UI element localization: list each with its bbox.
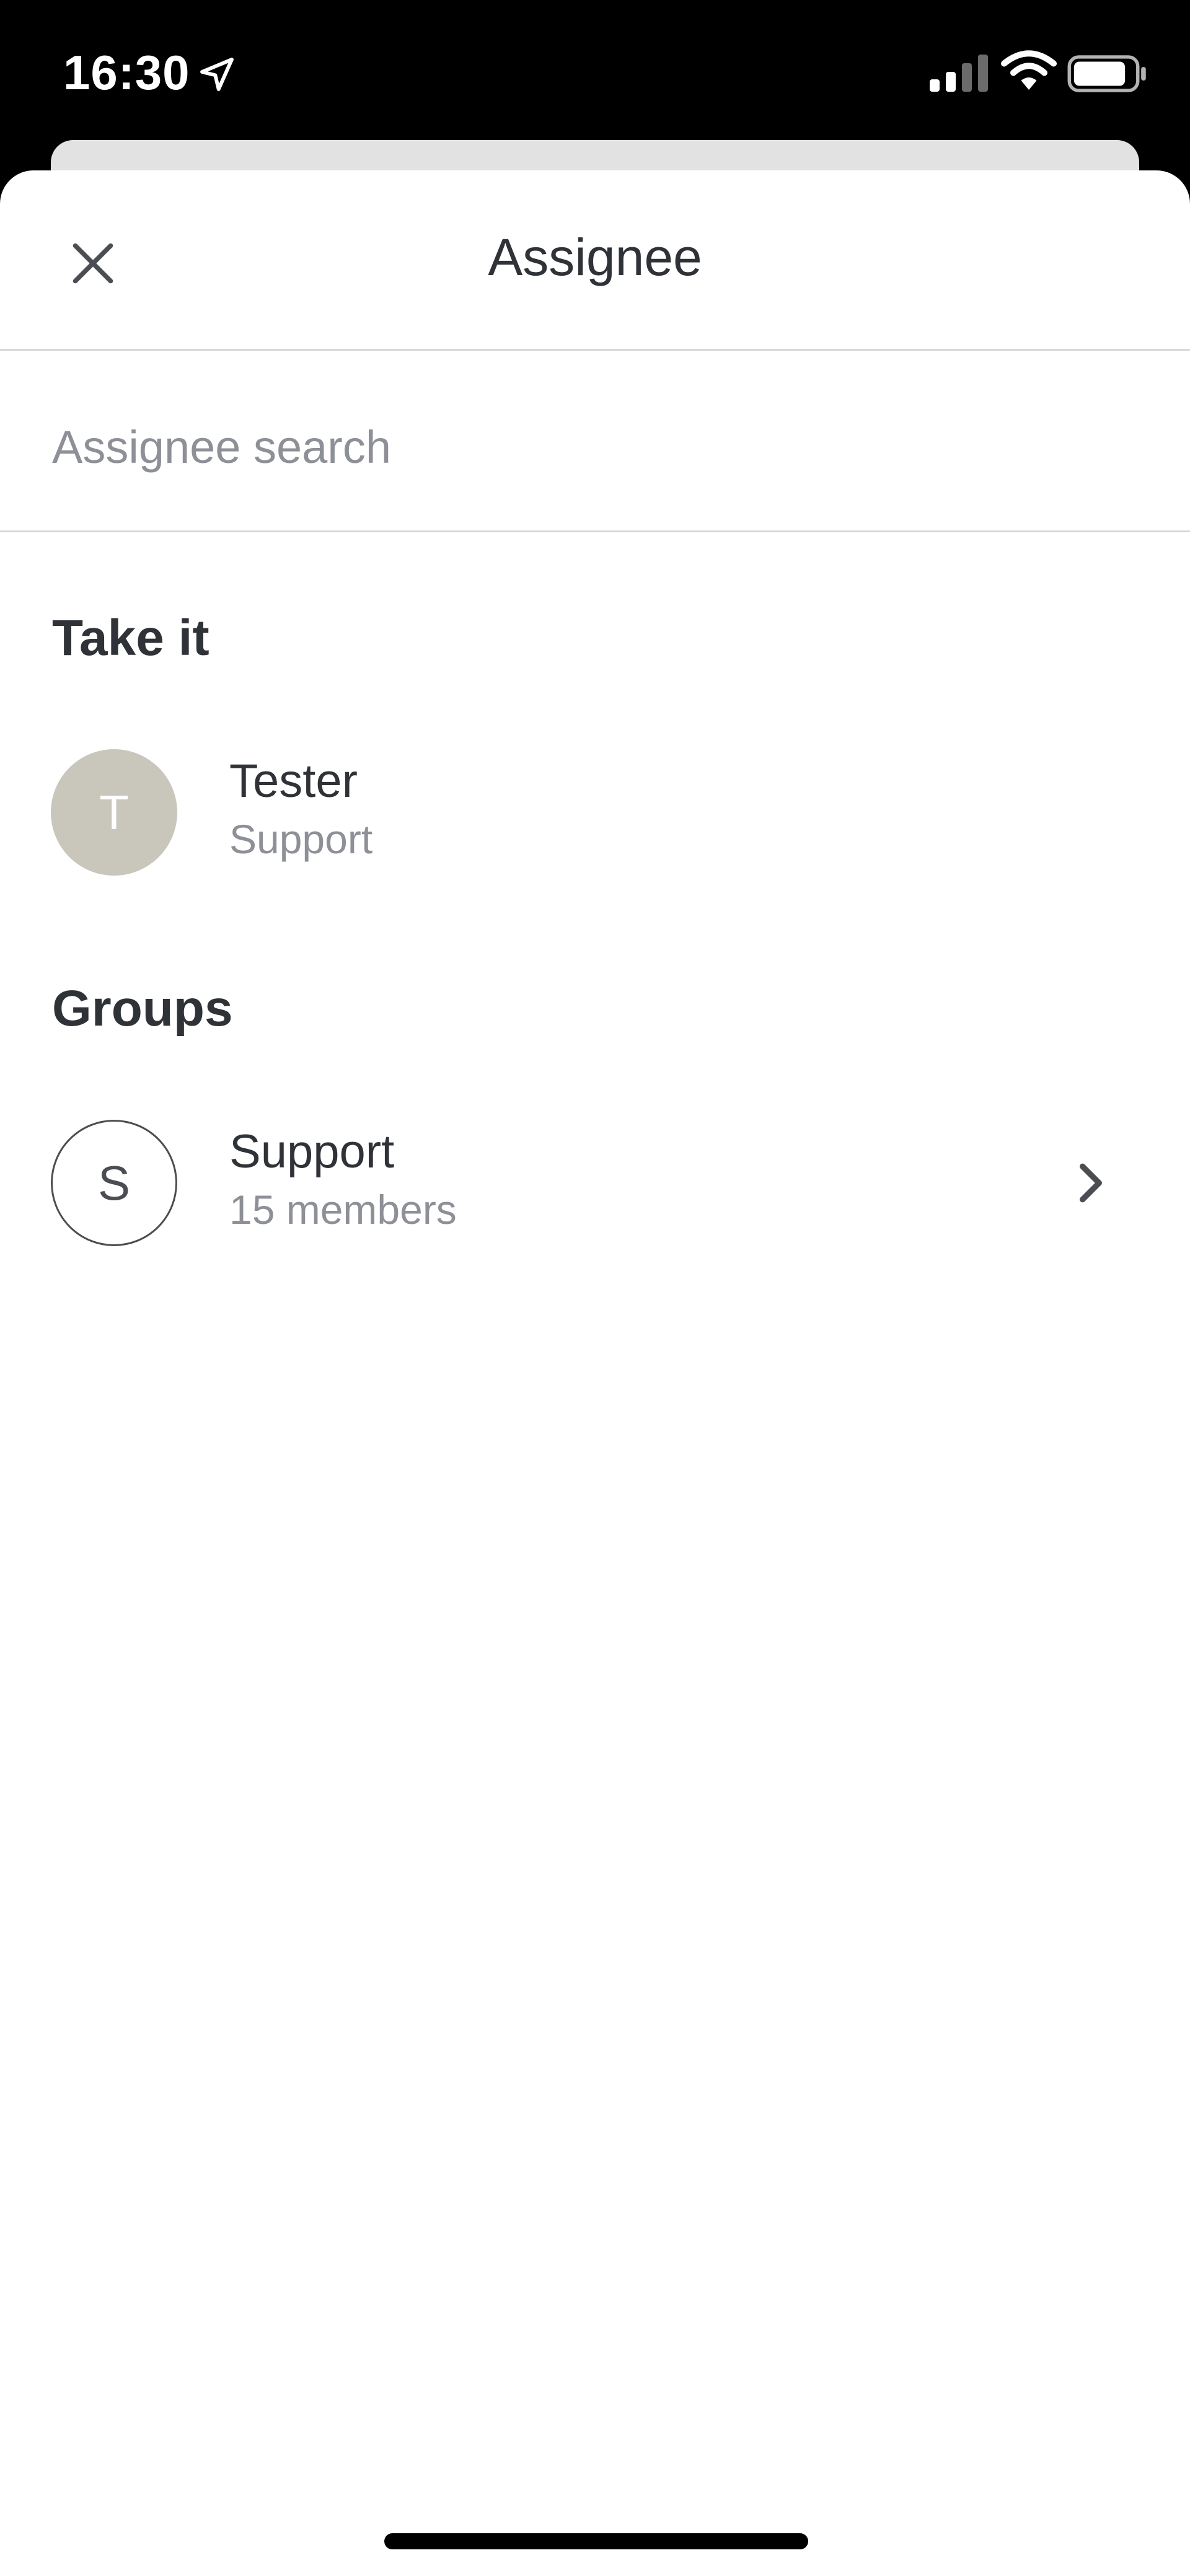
assignee-sheet: Assignee Take it T Tester Support Groups… xyxy=(0,170,1190,2576)
chevron-right-icon xyxy=(1080,1163,1102,1203)
avatar: S xyxy=(51,1120,177,1246)
assignee-name: Tester xyxy=(229,755,358,807)
take-it-heading: Take it xyxy=(52,610,209,666)
search-row xyxy=(0,351,1190,532)
assignee-item-tester[interactable]: T Tester Support xyxy=(0,737,1190,886)
avatar: T xyxy=(51,749,177,876)
status-bar: 16:30 xyxy=(0,0,1190,143)
cellular-signal-icon xyxy=(930,55,988,92)
battery-icon xyxy=(1067,55,1146,92)
screen: 16:30 Assignee Assignee search Take it T… xyxy=(0,0,1190,2576)
status-time: 16:30 xyxy=(63,45,190,100)
wifi-icon xyxy=(1001,50,1057,90)
group-item-support[interactable]: S Support 15 members xyxy=(0,1107,1190,1256)
groups-heading: Groups xyxy=(52,980,233,1037)
home-indicator[interactable] xyxy=(384,2533,808,2549)
location-arrow-icon xyxy=(200,58,234,91)
assignee-group: Support xyxy=(229,816,373,862)
page-title: Assignee xyxy=(488,228,702,286)
assignee-search-input[interactable] xyxy=(52,413,1137,481)
sheet-header: Assignee xyxy=(0,170,1190,351)
group-member-count: 15 members xyxy=(229,1187,457,1233)
group-name: Support xyxy=(229,1125,395,1178)
